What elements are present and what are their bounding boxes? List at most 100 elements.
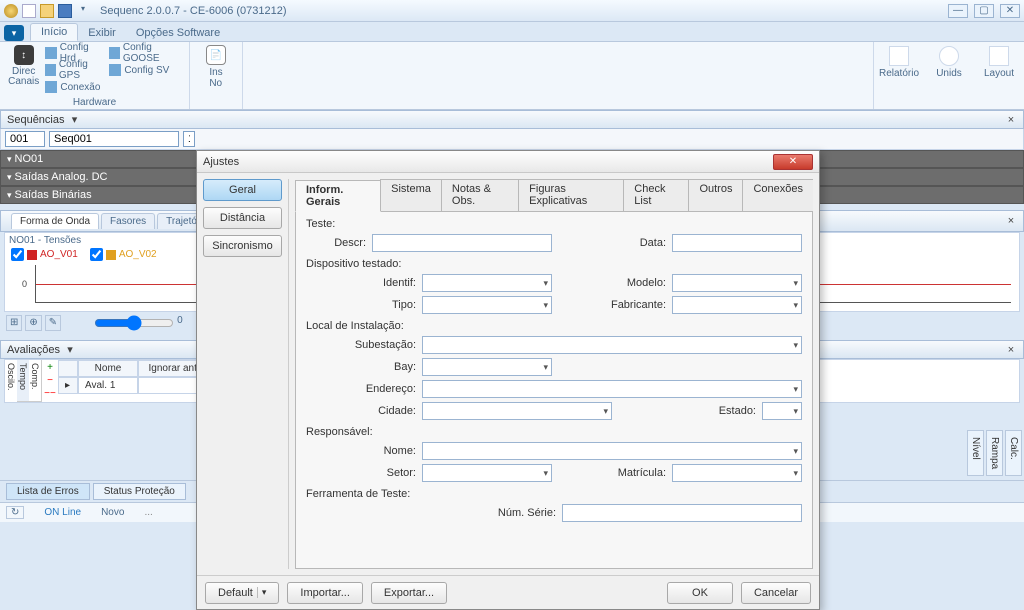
- close-button[interactable]: ✕: [1000, 4, 1020, 18]
- goose-icon: [109, 47, 120, 59]
- vtab-rampa[interactable]: Rampa: [986, 430, 1003, 476]
- minimize-button[interactable]: —: [948, 4, 968, 18]
- dtab-sistema[interactable]: Sistema: [380, 179, 442, 211]
- side-sincronismo[interactable]: Sincronismo: [203, 235, 282, 257]
- vlabel-oscilo[interactable]: Oscilo.: [5, 360, 17, 402]
- tab-status-protecao[interactable]: Status Proteção: [93, 483, 186, 500]
- ins-button[interactable]: 📄 InsNo: [196, 45, 236, 89]
- side-geral[interactable]: Geral: [203, 179, 282, 201]
- right-vertical-tabs: Nível Rampa Calc.: [967, 430, 1022, 476]
- refresh-icon[interactable]: ↻: [6, 506, 24, 519]
- maximize-button[interactable]: ▢: [974, 4, 994, 18]
- importar-button[interactable]: Importar...: [287, 582, 363, 604]
- input-data[interactable]: [672, 234, 802, 252]
- sequence-count-input[interactable]: [183, 131, 195, 147]
- panel-close-icon[interactable]: ×: [1005, 114, 1017, 126]
- cancelar-button[interactable]: Cancelar: [741, 582, 811, 604]
- combo-setor[interactable]: [422, 464, 552, 482]
- file-menu-button[interactable]: ▾: [4, 25, 24, 41]
- section-label-ferramenta: Ferramenta de Teste:: [306, 488, 802, 500]
- window-controls: — ▢ ✕: [948, 4, 1020, 18]
- combo-modelo[interactable]: [672, 274, 802, 292]
- open-icon[interactable]: [40, 4, 54, 18]
- panel-close-icon[interactable]: ×: [1005, 215, 1017, 227]
- combo-identif[interactable]: [422, 274, 552, 292]
- dropdown-icon[interactable]: ▾: [76, 4, 90, 18]
- section-local: Local de Instalação: Subestação: Bay: En…: [306, 320, 802, 420]
- combo-endereco[interactable]: [422, 380, 802, 398]
- layout-button[interactable]: Layout: [974, 42, 1024, 109]
- config-sv-button[interactable]: Config SV: [109, 62, 183, 78]
- conexao-label: Conexão: [60, 82, 100, 93]
- side-distancia[interactable]: Distância: [203, 207, 282, 229]
- vlabel-comp[interactable]: Comp.: [29, 360, 41, 402]
- panel-close-icon[interactable]: ×: [1005, 344, 1017, 356]
- add-button[interactable]: +: [44, 362, 56, 374]
- dtab-outros[interactable]: Outros: [688, 179, 743, 211]
- tool-btn[interactable]: ⊕: [25, 315, 41, 331]
- pin-icon[interactable]: ▾: [64, 343, 76, 356]
- config-gps-button[interactable]: Config GPS: [45, 62, 105, 78]
- tab-forma-de-onda[interactable]: Forma de Onda: [11, 213, 99, 229]
- section-dispositivo: Dispositivo testado: Identif: Modelo: Ti…: [306, 258, 802, 314]
- section-responsavel: Responsável: Nome: Setor: Matrícula:: [306, 426, 802, 482]
- input-descr[interactable]: [372, 234, 552, 252]
- tool-btn[interactable]: ⊞: [6, 315, 22, 331]
- vtab-nivel[interactable]: Nível: [967, 430, 984, 476]
- dialog-close-button[interactable]: ✕: [773, 154, 813, 170]
- clock-icon: [939, 46, 959, 66]
- legend-checkbox[interactable]: [11, 248, 24, 261]
- relatorio-button[interactable]: Relatório: [874, 42, 924, 109]
- unids-button[interactable]: Unids: [924, 42, 974, 109]
- combo-cidade[interactable]: [422, 402, 612, 420]
- pin-icon[interactable]: ▾: [69, 113, 81, 126]
- legend-label: AO_V02: [119, 249, 157, 260]
- dtab-inform-gerais[interactable]: Inform. Gerais: [295, 180, 381, 212]
- combo-estado[interactable]: [762, 402, 802, 420]
- ribbon-tab-inicio[interactable]: Início: [30, 23, 78, 41]
- combo-subestacao[interactable]: [422, 336, 802, 354]
- conexao-button[interactable]: Conexão: [45, 79, 105, 95]
- col-nome[interactable]: Nome: [78, 360, 138, 377]
- vlabel-tempo[interactable]: Tempo: [17, 360, 29, 402]
- remove-button[interactable]: −: [44, 375, 56, 387]
- combo-fabricante[interactable]: [672, 296, 802, 314]
- exportar-button[interactable]: Exportar...: [371, 582, 447, 604]
- vtab-calc[interactable]: Calc.: [1005, 430, 1022, 476]
- tab-fasores[interactable]: Fasores: [101, 213, 155, 229]
- legend-item-ao-v01[interactable]: AO_V01: [11, 248, 78, 261]
- ribbon: ↕ Direc Canais Config Hrd Config GPS Con…: [0, 42, 1024, 110]
- dtab-figuras[interactable]: Figuras Explicativas: [518, 179, 624, 211]
- ribbon-group-hardware: ↕ Direc Canais Config Hrd Config GPS Con…: [0, 42, 190, 109]
- legend-checkbox[interactable]: [90, 248, 103, 261]
- table-row[interactable]: ▸ Aval. 1: [58, 377, 218, 394]
- gear-icon: [45, 47, 56, 59]
- config-goose-button[interactable]: Config GOOSE: [109, 45, 183, 61]
- combo-matricula[interactable]: [672, 464, 802, 482]
- dtab-checklist[interactable]: Check List: [623, 179, 689, 211]
- dtab-conexoes[interactable]: Conexões: [742, 179, 813, 211]
- combo-bay[interactable]: [422, 358, 552, 376]
- combo-nome[interactable]: [422, 442, 802, 460]
- dtab-notas[interactable]: Notas & Obs.: [441, 179, 519, 211]
- default-button[interactable]: Default: [205, 582, 279, 604]
- tab-lista-erros[interactable]: Lista de Erros: [6, 483, 90, 500]
- ribbon-tab-exibir[interactable]: Exibir: [78, 25, 126, 41]
- zoom-slider[interactable]: [94, 315, 174, 331]
- save-icon[interactable]: [58, 4, 72, 18]
- ok-button[interactable]: OK: [667, 582, 733, 604]
- new-icon[interactable]: [22, 4, 36, 18]
- direc-canais-button[interactable]: ↕ Direc Canais: [6, 45, 41, 87]
- remove-all-button[interactable]: −−: [44, 388, 56, 400]
- combo-tipo[interactable]: [422, 296, 552, 314]
- label-modelo: Modelo:: [596, 277, 666, 289]
- tool-btn[interactable]: ✎: [45, 315, 61, 331]
- ribbon-tab-opcoes[interactable]: Opções Software: [126, 25, 230, 41]
- input-num-serie[interactable]: [562, 504, 802, 522]
- legend-item-ao-v02[interactable]: AO_V02: [90, 248, 157, 261]
- sequence-id-input[interactable]: [5, 131, 45, 147]
- label-matricula: Matrícula:: [596, 467, 666, 479]
- sequence-name-input[interactable]: [49, 131, 179, 147]
- ribbon-group-insert: 📄 InsNo: [190, 42, 243, 109]
- zoom-label: 0: [177, 315, 183, 331]
